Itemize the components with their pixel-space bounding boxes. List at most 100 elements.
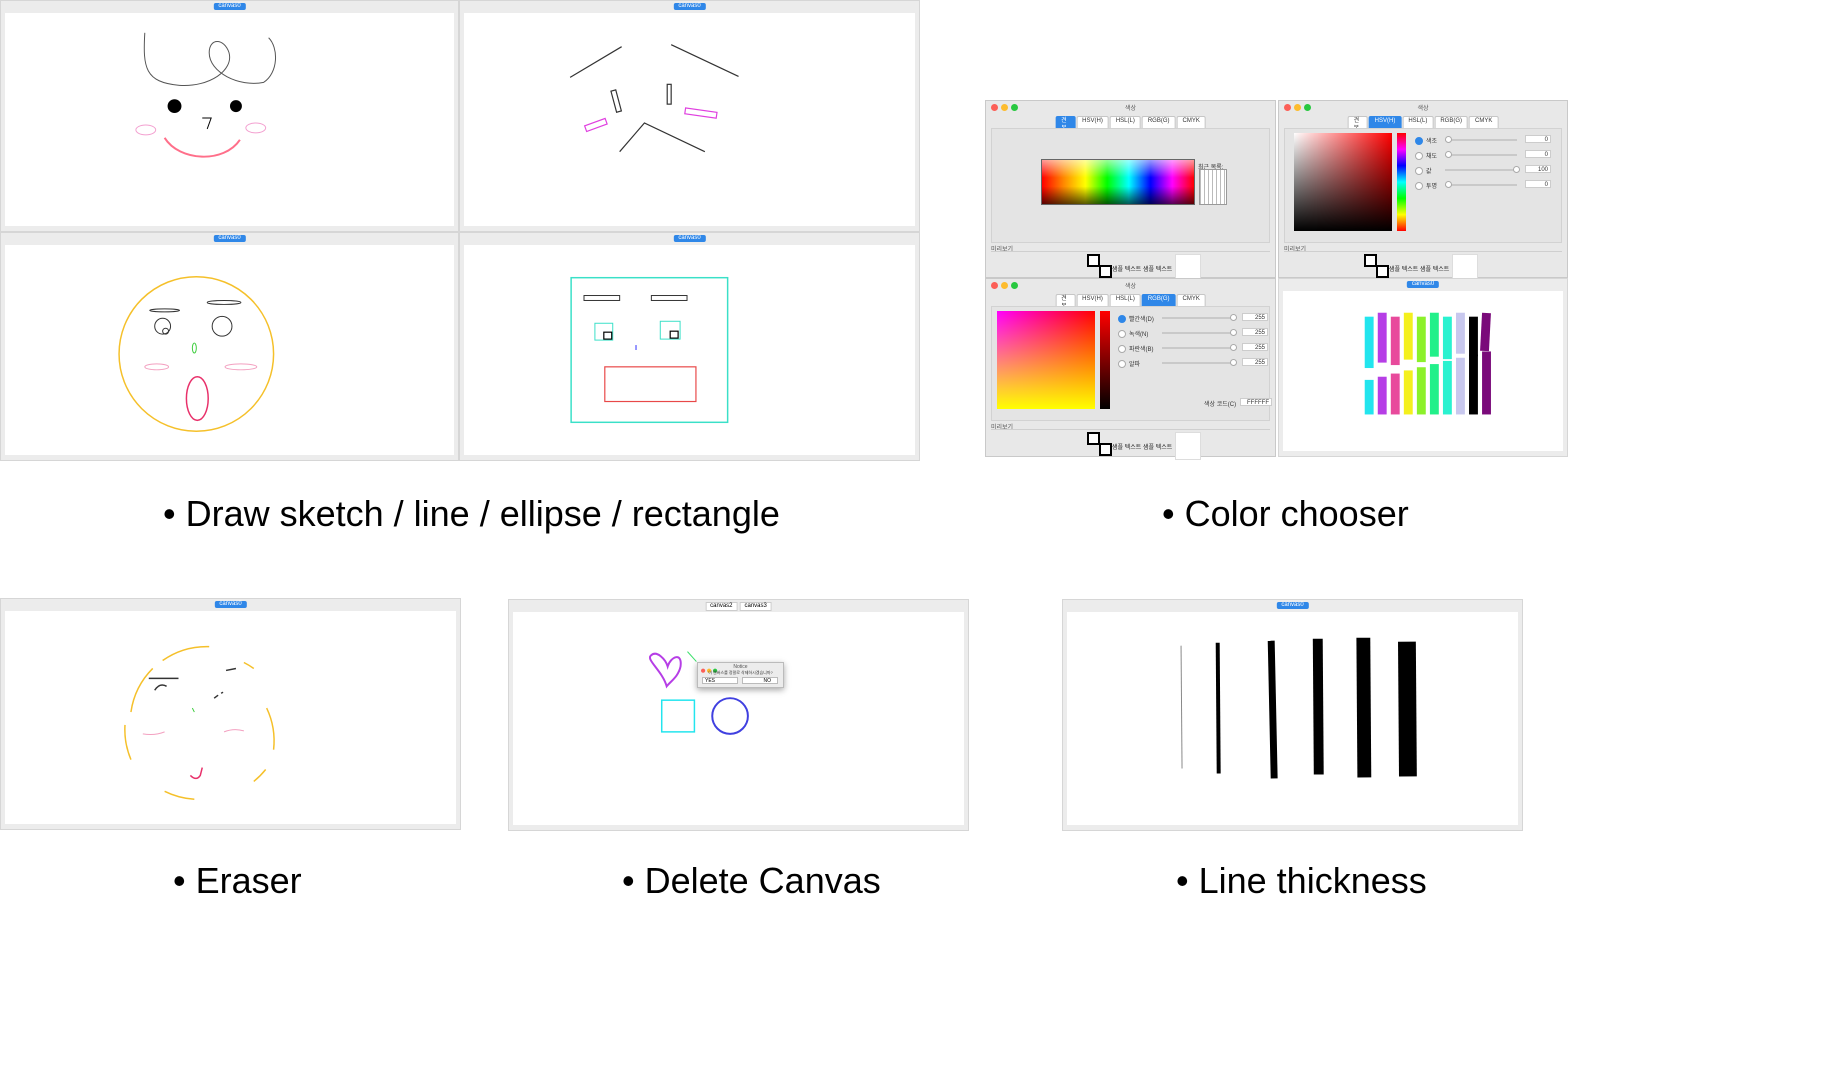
ellipse-mouth xyxy=(185,376,209,422)
sample-text: 샘플 텍스트 xyxy=(1143,445,1173,451)
rect-left-pupil xyxy=(603,331,613,340)
preview-square xyxy=(1099,443,1112,456)
color-stroke-bottom xyxy=(1403,370,1413,415)
tab-canvas0[interactable]: canvas0 xyxy=(214,601,247,608)
color-stroke-bottom xyxy=(1429,364,1439,415)
erased-right-eye xyxy=(213,691,224,699)
yes-button[interactable]: YES xyxy=(702,677,738,684)
red-slider[interactable] xyxy=(1162,314,1237,321)
saturation-number-field[interactable]: 0 xyxy=(1525,150,1551,158)
red-number-field[interactable]: 255 xyxy=(1242,313,1268,321)
tab-canvas3[interactable]: canvas3 xyxy=(739,602,772,611)
drawing-canvas[interactable] xyxy=(464,13,915,226)
value-slider[interactable] xyxy=(1445,166,1520,173)
hue-number-field[interactable]: 0 xyxy=(1525,135,1551,143)
swatches-panel: 최근 목록: xyxy=(991,128,1270,243)
alpha-number-field[interactable]: 0 xyxy=(1525,180,1551,188)
line-left-brow xyxy=(569,46,622,78)
dialog-title: 색상 xyxy=(1124,284,1137,290)
drawing-canvas[interactable] xyxy=(1283,291,1563,451)
tab-canvas0[interactable]: canvas0 xyxy=(1406,281,1440,288)
radio-blue[interactable] xyxy=(1118,345,1126,354)
tab-canvas2[interactable]: canvas2 xyxy=(705,602,738,611)
cyan-square xyxy=(660,699,696,733)
drawing-canvas[interactable] xyxy=(464,245,915,455)
alpha-slider[interactable] xyxy=(1445,181,1517,188)
red-slider-bar[interactable] xyxy=(1100,311,1110,409)
color-stroke-top xyxy=(1442,316,1452,360)
radio-green[interactable] xyxy=(1118,330,1126,339)
preview-box xyxy=(1175,432,1201,460)
green-number-field[interactable]: 255 xyxy=(1242,328,1268,336)
radio-hue[interactable] xyxy=(1415,137,1423,146)
canvas-window-thickness: canvas0 xyxy=(1062,599,1523,831)
thickness-line xyxy=(1180,645,1183,769)
drawing-canvas[interactable] xyxy=(5,245,454,455)
blue-number-field[interactable]: 255 xyxy=(1242,343,1268,351)
radio-alpha[interactable] xyxy=(1118,360,1126,369)
tab-canvas0[interactable]: canvas0 xyxy=(673,3,706,10)
rect-left-brow xyxy=(583,295,621,301)
rgb-row-alpha: 알파 xyxy=(1118,359,1140,369)
sample-text: 샘플 텍스트 xyxy=(1389,267,1419,273)
radio-alpha[interactable] xyxy=(1415,182,1423,191)
color-chooser-hsv: 색상 견본(S) HSV(H) HSL(L) RGB(G) CMYK 색조 0 … xyxy=(1278,100,1568,282)
color-stroke-top xyxy=(1364,316,1374,369)
color-stroke-top xyxy=(1403,312,1413,360)
recent-grid[interactable] xyxy=(1199,169,1227,205)
ellipse-left-brow xyxy=(149,308,180,313)
canvas-window-colors: canvas0 xyxy=(1278,278,1568,457)
color-stroke-bottom xyxy=(1364,379,1374,415)
color-lines-svg xyxy=(1364,312,1491,415)
sample-text: 샘플 텍스트 xyxy=(1420,267,1450,273)
rgb-color-field[interactable] xyxy=(997,311,1095,409)
hue-value-slider[interactable] xyxy=(1445,136,1517,143)
green-slider[interactable] xyxy=(1162,329,1237,336)
ellipse-right-cheek xyxy=(224,363,258,371)
alpha-number-field[interactable]: 255 xyxy=(1242,358,1268,366)
rgb-row-red: 빨간색(D) xyxy=(1118,314,1154,324)
radio-saturation[interactable] xyxy=(1415,152,1423,161)
tab-canvas0[interactable]: canvas0 xyxy=(1276,602,1309,609)
sketch-right-cheek xyxy=(245,122,267,134)
ellipse-right-eye xyxy=(211,315,233,337)
drawing-canvas[interactable] xyxy=(5,13,454,226)
saturation-slider[interactable] xyxy=(1445,151,1517,158)
dialog-title: 색상 xyxy=(1417,106,1429,112)
line-mouth xyxy=(619,122,706,153)
rect-face xyxy=(570,276,729,424)
line-right-eye xyxy=(666,83,672,105)
color-code-field[interactable]: FFFFFF xyxy=(1240,398,1272,406)
radio-value[interactable] xyxy=(1415,167,1423,176)
hue-slider[interactable] xyxy=(1397,133,1406,231)
color-stroke-bottom xyxy=(1455,357,1465,415)
color-stroke-bottom xyxy=(1390,373,1400,415)
color-code-label: 색상 코드(C) xyxy=(1204,402,1237,408)
drawing-canvas[interactable] xyxy=(5,611,456,824)
tab-canvas0[interactable]: canvas0 xyxy=(673,235,706,242)
tab-canvas0[interactable]: canvas0 xyxy=(213,235,246,242)
alpha-slider[interactable] xyxy=(1162,359,1237,366)
sketch-left-eye xyxy=(167,99,182,114)
heart-shape xyxy=(648,652,682,689)
caption-delete: • Delete Canvas xyxy=(622,860,881,901)
color-chooser-rgb: 색상 견본(S) HSV(H) HSL(L) RGB(G) CMYK 빨간색(D… xyxy=(985,278,1276,460)
no-button[interactable]: NO xyxy=(742,677,778,684)
thickness-line xyxy=(1215,642,1221,774)
line-stroke xyxy=(687,651,697,662)
tab-canvas0[interactable]: canvas0 xyxy=(213,3,246,10)
rect-right-pupil xyxy=(669,330,679,339)
rect-nose xyxy=(635,345,637,350)
ellipse-face xyxy=(118,275,275,432)
hsv-color-field[interactable] xyxy=(1294,133,1392,231)
color-stroke-top xyxy=(1469,316,1478,357)
sketch-hair xyxy=(143,32,276,86)
blue-slider[interactable] xyxy=(1162,344,1237,351)
swatch-grid[interactable] xyxy=(1041,159,1195,205)
value-number-field[interactable]: 100 xyxy=(1525,165,1551,173)
rect-right-brow xyxy=(650,295,688,301)
radio-red[interactable] xyxy=(1118,315,1126,324)
drawing-canvas[interactable]: Notice 이 캔버스를 정말로 삭제하시겠습니까? YES NO xyxy=(513,612,964,825)
ellipse-left-cheek xyxy=(144,363,170,371)
drawing-canvas[interactable] xyxy=(1067,612,1518,825)
